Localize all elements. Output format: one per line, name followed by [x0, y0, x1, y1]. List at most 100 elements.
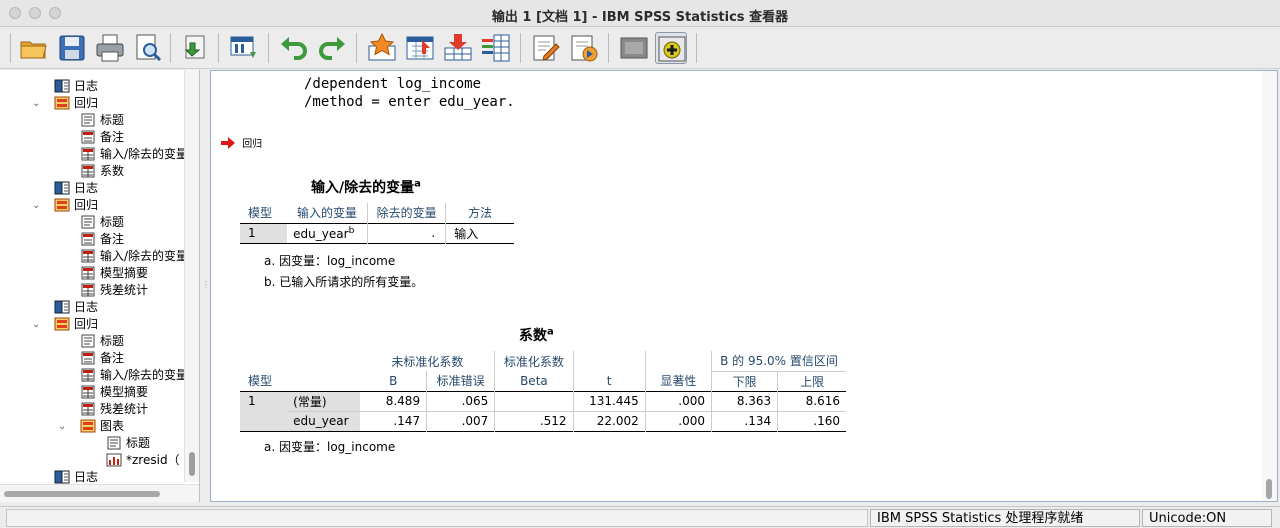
arrow-right-icon: [221, 136, 235, 149]
content-vertical-scrollbar[interactable]: [1262, 71, 1277, 501]
processor-status: IBM SPSS Statistics 处理程序就绪: [870, 509, 1140, 527]
open-icon[interactable]: [18, 32, 50, 64]
tree-item[interactable]: 标题: [80, 112, 124, 129]
tree-item[interactable]: 日志: [54, 180, 98, 197]
coefficients-table[interactable]: 未标准化系数 标准化系数 B 的 95.0% 置信区间 模型 B 标准错误 Be…: [240, 351, 846, 432]
tree-item[interactable]: 模型摘要: [80, 265, 148, 282]
notes-icon: [80, 130, 96, 144]
tree-item[interactable]: 标题: [80, 214, 124, 231]
pane-splitter[interactable]: ⋮: [201, 70, 210, 502]
title-icon: [80, 113, 96, 127]
log-icon: [54, 300, 70, 314]
variables-icon[interactable]: [480, 32, 512, 64]
insert-cases-icon[interactable]: [442, 32, 474, 64]
tree-item[interactable]: 日志: [54, 299, 98, 316]
tree-item[interactable]: 备注: [80, 350, 124, 367]
row-label: (常量): [287, 391, 361, 411]
chevron-down-icon[interactable]: ⌄: [58, 422, 68, 432]
table-icon: [80, 147, 96, 161]
tree-item[interactable]: 残差统计: [80, 401, 148, 418]
model-cell: 1: [240, 223, 288, 243]
table-cell: 输入: [454, 226, 479, 241]
save-icon[interactable]: [56, 32, 88, 64]
entered-removed-table[interactable]: 模型 输入的变量 除去的变量 方法 1 edu_yearb . 输入: [240, 203, 514, 244]
output-content: /dependent log_income/method = enter edu…: [210, 70, 1278, 502]
insert-title-icon[interactable]: [568, 32, 600, 64]
group-header: 未标准化系数: [360, 351, 496, 371]
syntax-line: /method = enter edu_year.: [304, 94, 515, 110]
export-icon[interactable]: [180, 32, 212, 64]
tree-item[interactable]: 系数: [80, 163, 124, 180]
section-marker[interactable]: 回归: [221, 135, 262, 150]
hide-icon[interactable]: [618, 32, 650, 64]
tree-item[interactable]: 日志: [54, 78, 98, 95]
table-cell: .512: [494, 411, 574, 431]
title-icon: [80, 334, 96, 348]
goto-data-icon[interactable]: [228, 32, 260, 64]
tree-item-label: 输入/除去的变量: [100, 147, 189, 161]
table-cell: .065: [426, 391, 496, 411]
table-icon: [80, 283, 96, 297]
chart-icon: [106, 453, 122, 467]
tree-item-label: 备注: [100, 130, 125, 144]
print-icon[interactable]: [94, 32, 126, 64]
tree-item[interactable]: 输入/除去的变量: [80, 367, 188, 384]
table-cell: 8.616: [805, 394, 840, 408]
tree-item-label: 标题: [126, 436, 151, 450]
entered-removed-title[interactable]: 输入/除去的变量a: [311, 177, 421, 197]
title-bar: 输出 1 [文档 1] - IBM SPSS Statistics 查看器: [0, 0, 1280, 27]
table-cell: 8.489: [360, 391, 428, 411]
goto-variable-icon[interactable]: [404, 32, 436, 64]
tree-item-label: 模型摘要: [100, 266, 149, 280]
insert-heading-icon[interactable]: [530, 32, 562, 64]
tree-vertical-scrollbar[interactable]: [184, 70, 199, 482]
tree-item[interactable]: 输入/除去的变量: [80, 146, 188, 163]
designate-window-icon[interactable]: [655, 32, 687, 64]
undo-icon[interactable]: [278, 32, 310, 64]
coefficients-title[interactable]: 系数a: [519, 325, 554, 345]
chevron-down-icon[interactable]: ⌄: [32, 320, 42, 330]
chevron-down-icon[interactable]: ⌄: [32, 99, 42, 109]
status-message: [6, 509, 868, 527]
tree-item-label: 回归: [74, 198, 99, 212]
tree-item-label: 回归: [74, 317, 99, 331]
tree-item[interactable]: 标题: [80, 333, 124, 350]
table-cell: .: [367, 223, 447, 243]
table-icon: [80, 385, 96, 399]
table-cell: .134: [711, 411, 779, 431]
tree-item-label: 图表: [100, 419, 125, 433]
col-header: 上限: [800, 374, 825, 389]
redo-icon[interactable]: [316, 32, 348, 64]
tree-item[interactable]: 标题: [106, 435, 150, 452]
tree-horizontal-scrollbar[interactable]: [0, 484, 199, 502]
tree-item-label: 日志: [74, 79, 99, 93]
log-icon: [54, 79, 70, 93]
tree-item[interactable]: *zresid（: [106, 452, 180, 469]
table-icon: [80, 164, 96, 178]
group-header: B 的 95.0% 置信区间: [711, 351, 846, 372]
tree-item[interactable]: 回归: [54, 95, 98, 112]
window-title: 输出 1 [文档 1] - IBM SPSS Statistics 查看器: [491, 10, 789, 25]
notes-icon: [80, 351, 96, 365]
title-icon: [80, 215, 96, 229]
goto-case-icon[interactable]: [366, 32, 398, 64]
tree-item[interactable]: 模型摘要: [80, 384, 148, 401]
col-header: 输入的变量: [287, 203, 368, 223]
tree-item[interactable]: 回归: [54, 316, 98, 333]
outline-tree: 日志 回归 ⌄ 标题 备注 输入/除去的变量 系数 日志 回归 ⌄ 标题 备注 输入/除去的变量 模型摘要…: [0, 70, 200, 502]
tree-item[interactable]: 输入/除去的变量: [80, 248, 188, 265]
table-cell: .000: [645, 411, 712, 431]
tree-item[interactable]: 图表: [80, 418, 124, 435]
tree-item[interactable]: 回归: [54, 197, 98, 214]
col-header: 方法: [468, 206, 493, 221]
log-icon: [54, 470, 70, 484]
procedure-icon: [54, 96, 70, 110]
table-icon: [80, 402, 96, 416]
tree-item[interactable]: 备注: [80, 231, 124, 248]
tree-item-label: 备注: [100, 351, 125, 365]
chevron-down-icon[interactable]: ⌄: [32, 201, 42, 211]
tree-item[interactable]: 残差统计: [80, 282, 148, 299]
tree-item[interactable]: 备注: [80, 129, 124, 146]
col-header: t: [573, 371, 646, 391]
print-preview-icon[interactable]: [132, 32, 164, 64]
